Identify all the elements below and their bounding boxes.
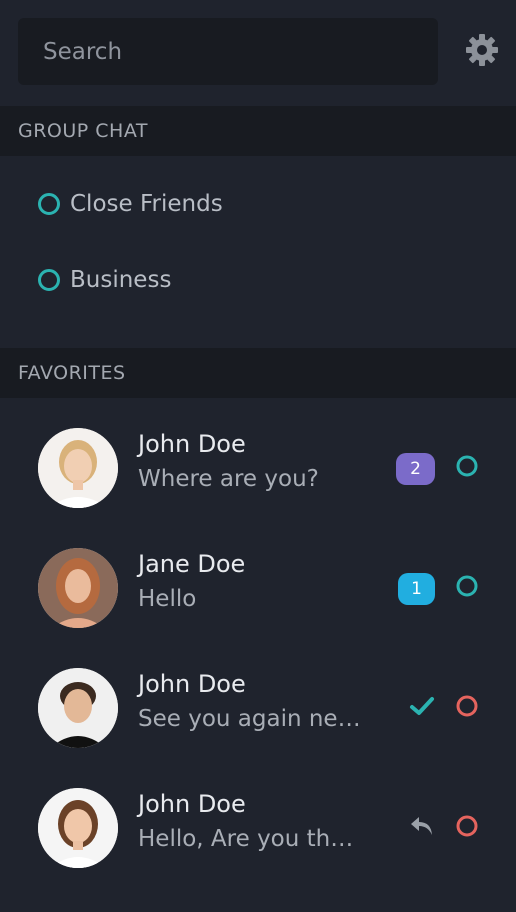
unread-badge: 2 xyxy=(396,453,435,485)
favorite-item[interactable]: John Doe Hello, Are you th… xyxy=(0,768,516,888)
favorite-item[interactable]: John Doe See you again ne… xyxy=(0,648,516,768)
favorite-item[interactable]: Jane Doe Hello 1 xyxy=(0,528,516,648)
last-message: Hello, Are you th… xyxy=(138,826,354,852)
contact-name: John Doe xyxy=(138,430,246,458)
avatar xyxy=(38,788,118,868)
online-status-icon xyxy=(456,455,478,477)
reply-icon xyxy=(411,817,432,835)
status-ring-icon xyxy=(38,269,60,291)
contact-name: John Doe xyxy=(138,670,246,698)
status-ring-icon xyxy=(38,193,60,215)
avatar xyxy=(38,668,118,748)
avatar xyxy=(38,428,118,508)
chat-sidebar: GROUP CHAT Close Friends Business FAVORI… xyxy=(0,0,516,912)
offline-status-icon xyxy=(456,695,478,717)
favorites-list: John Doe Where are you? 2 Jane Doe Hello… xyxy=(0,398,516,888)
contact-name: John Doe xyxy=(138,790,246,818)
online-status-icon xyxy=(456,575,478,597)
favorite-item[interactable]: John Doe Where are you? 2 xyxy=(0,408,516,528)
check-icon xyxy=(410,697,434,715)
unread-badge: 1 xyxy=(398,573,435,605)
group-chat-list: Close Friends Business xyxy=(0,156,516,348)
group-chat-header: GROUP CHAT xyxy=(0,106,516,156)
offline-status-icon xyxy=(456,815,478,837)
group-item-label: Business xyxy=(70,267,172,293)
last-message: Hello xyxy=(138,586,197,612)
group-item-business[interactable]: Business xyxy=(0,242,516,318)
last-message: See you again ne… xyxy=(138,706,361,732)
contact-name: Jane Doe xyxy=(138,550,246,578)
group-item-close-friends[interactable]: Close Friends xyxy=(0,166,516,242)
top-bar xyxy=(0,0,516,106)
favorites-header: FAVORITES xyxy=(0,348,516,398)
last-message: Where are you? xyxy=(138,466,319,492)
search-box[interactable] xyxy=(18,18,438,85)
group-item-label: Close Friends xyxy=(70,191,223,217)
search-input[interactable] xyxy=(18,18,438,85)
gear-icon[interactable] xyxy=(462,30,502,70)
avatar xyxy=(38,548,118,628)
